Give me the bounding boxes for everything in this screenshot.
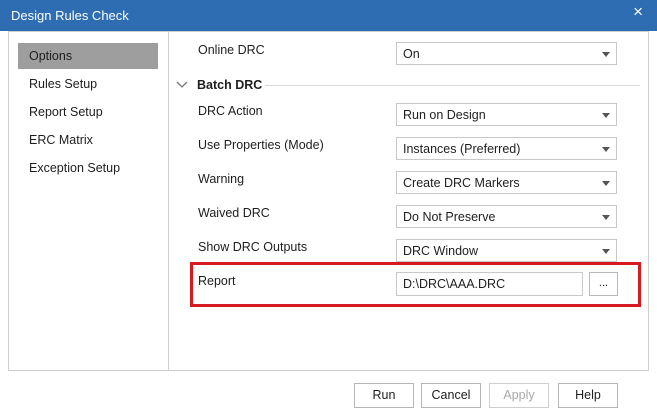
close-icon[interactable]: × [633, 3, 643, 21]
sidebar: Options Rules Setup Report Setup ERC Mat… [9, 32, 169, 370]
cancel-button[interactable]: Cancel [421, 383, 481, 408]
help-button[interactable]: Help [558, 383, 618, 408]
drc-action-select[interactable]: Run on Design [396, 103, 617, 126]
show-drc-outputs-select[interactable]: DRC Window [396, 239, 617, 262]
use-properties-value: Instances (Preferred) [403, 142, 521, 156]
chevron-down-icon [602, 147, 610, 152]
online-drc-label: Online DRC [198, 43, 265, 57]
use-properties-select[interactable]: Instances (Preferred) [396, 137, 617, 160]
sidebar-item-options[interactable]: Options [18, 43, 158, 69]
batch-drc-section: Batch DRC [175, 77, 640, 93]
show-drc-outputs-value: DRC Window [403, 244, 479, 258]
waived-drc-label: Waived DRC [198, 206, 270, 220]
chevron-down-icon [602, 113, 610, 118]
chevron-down-icon [602, 249, 610, 254]
sidebar-item-report-setup[interactable]: Report Setup [18, 99, 158, 125]
sidebar-item-exception-setup[interactable]: Exception Setup [18, 155, 158, 181]
waived-drc-select[interactable]: Do Not Preserve [396, 205, 617, 228]
apply-button[interactable]: Apply [489, 383, 549, 408]
title-bar: Design Rules Check × [0, 0, 657, 31]
use-properties-label: Use Properties (Mode) [198, 138, 324, 152]
batch-drc-heading: Batch DRC [197, 78, 263, 92]
online-drc-select[interactable]: On [396, 42, 617, 65]
report-highlight-box [190, 262, 641, 307]
warning-select[interactable]: Create DRC Markers [396, 171, 617, 194]
warning-value: Create DRC Markers [403, 176, 520, 190]
section-divider [265, 85, 640, 86]
online-drc-value: On [403, 47, 420, 61]
waived-drc-value: Do Not Preserve [403, 210, 496, 224]
drc-action-label: DRC Action [198, 104, 263, 118]
chevron-down-icon [602, 215, 610, 220]
chevron-down-icon [602, 181, 610, 186]
chevron-down-icon [602, 52, 610, 57]
drc-action-value: Run on Design [403, 108, 486, 122]
window-title: Design Rules Check [11, 8, 129, 23]
chevron-down-icon[interactable] [175, 78, 189, 92]
run-button[interactable]: Run [354, 383, 414, 408]
sidebar-item-erc-matrix[interactable]: ERC Matrix [18, 127, 158, 153]
show-drc-outputs-label: Show DRC Outputs [198, 240, 308, 254]
sidebar-item-rules-setup[interactable]: Rules Setup [18, 71, 158, 97]
warning-label: Warning [198, 172, 245, 186]
